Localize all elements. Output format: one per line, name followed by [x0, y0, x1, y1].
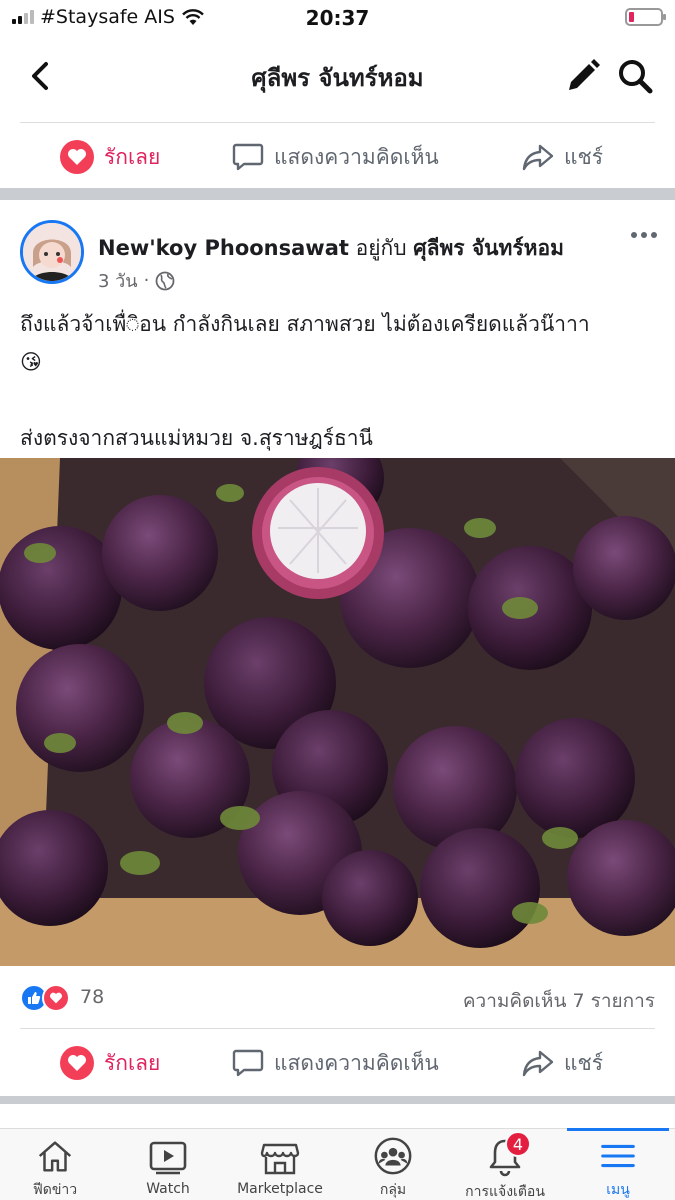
reactions-row: 78 ความคิดเห็น 7 รายการ: [0, 980, 675, 1016]
post-text-line: ถึงแล้วจ้าเพื่◌ิอน กำลังกินเลย สภาพสวย ไ…: [20, 312, 590, 336]
more-options-icon[interactable]: [631, 232, 657, 238]
tab-newsfeed[interactable]: ฟีดข่าว: [0, 1129, 110, 1200]
post-divider: [0, 1096, 675, 1104]
menu-icon: [601, 1144, 635, 1168]
tab-label: Watch: [146, 1181, 190, 1197]
comment-icon: [232, 1049, 264, 1077]
post-photo[interactable]: [0, 458, 675, 966]
share-icon: [522, 144, 554, 171]
post-text-line: ส่งตรงจากสวนแม่หมวย จ.สุราษฎร์ธานี: [20, 426, 373, 450]
clock: 20:37: [305, 6, 370, 30]
share-button[interactable]: แชร์: [522, 124, 603, 190]
post-author-line: New'koy Phoonsawat อยู่กับ ศุลีพร จันทร์…: [98, 232, 564, 265]
tab-marketplace[interactable]: Marketplace: [225, 1129, 335, 1200]
reaction-count[interactable]: 78: [80, 986, 104, 1008]
marketplace-icon: [260, 1143, 300, 1175]
top-nav: ศุลีพร จันทร์หอม: [0, 36, 675, 116]
meta-dot: ·: [143, 270, 150, 291]
edit-icon[interactable]: [563, 56, 603, 96]
post-header: New'koy Phoonsawat อยู่กับ ศุลีพร จันทร์…: [0, 220, 675, 292]
tagged-name[interactable]: ศุลีพร จันทร์หอม: [413, 236, 564, 260]
heart-icon: [60, 1046, 94, 1080]
bottom-tab-bar: ฟีดข่าว Watch Marketplace กลุ่ม 4 การแจ้…: [0, 1128, 675, 1200]
post-time[interactable]: 3 วัน: [98, 266, 138, 295]
tab-menu[interactable]: เมนู: [563, 1128, 673, 1200]
search-icon[interactable]: [615, 56, 655, 96]
comment-button[interactable]: แสดงความคิดเห็น: [232, 1030, 439, 1096]
action-bar-previous: รักเลย แสดงความคิดเห็น แชร์: [0, 124, 675, 190]
share-button[interactable]: แชร์: [522, 1030, 603, 1096]
groups-icon: [374, 1137, 412, 1175]
love-reaction-icon: [42, 984, 70, 1012]
mangosteen-photo: [0, 458, 675, 966]
separator: [20, 1028, 655, 1029]
love-button[interactable]: รักเลย: [60, 124, 160, 190]
avatar-photo: [23, 223, 81, 281]
battery-icon: [625, 8, 666, 26]
author-name[interactable]: New'koy Phoonsawat: [98, 236, 349, 260]
action-bar: รักเลย แสดงความคิดเห็น แชร์: [0, 1030, 675, 1096]
status-bar: #Staysafe AIS 20:37: [0, 0, 675, 36]
comment-icon: [232, 143, 264, 171]
love-label: รักเลย: [104, 144, 161, 169]
watch-icon: [149, 1141, 187, 1175]
tab-label: การแจ้งเตือน: [465, 1184, 545, 1200]
post-meta: 3 วัน ·: [98, 266, 175, 295]
tab-notifications[interactable]: 4 การแจ้งเตือน: [450, 1129, 560, 1200]
tab-groups[interactable]: กลุ่ม: [338, 1129, 448, 1200]
tab-label: เมนู: [606, 1182, 630, 1198]
tab-label: ฟีดข่าว: [32, 1182, 78, 1198]
page-title: ศุลีพร จันทร์หอม: [251, 64, 424, 92]
with-text: อยู่กับ: [355, 236, 407, 260]
notification-badge: 4: [505, 1131, 531, 1157]
post-spacer: [20, 381, 660, 419]
love-button[interactable]: รักเลย: [60, 1030, 160, 1096]
comment-label: แสดงความคิดเห็น: [274, 144, 439, 169]
home-icon: [38, 1141, 72, 1172]
post-body: ถึงแล้วจ้าเพื่◌ิอน กำลังกินเลย สภาพสวย ไ…: [20, 305, 660, 457]
tab-watch[interactable]: Watch: [113, 1129, 223, 1200]
bell-icon-wrap: 4: [483, 1131, 531, 1179]
tab-label: Marketplace: [237, 1181, 323, 1197]
share-label: แชร์: [564, 1050, 604, 1075]
love-label: รักเลย: [104, 1050, 161, 1075]
comment-button[interactable]: แสดงความคิดเห็น: [232, 124, 439, 190]
comment-count[interactable]: ความคิดเห็น 7 รายการ: [463, 986, 655, 1016]
separator: [20, 122, 655, 123]
comment-label: แสดงความคิดเห็น: [274, 1050, 439, 1075]
globe-icon: [155, 271, 175, 290]
post-divider: [0, 188, 675, 200]
share-label: แชร์: [564, 144, 604, 169]
reaction-icons[interactable]: [20, 984, 70, 1012]
tab-label: กลุ่ม: [379, 1182, 407, 1198]
share-icon: [522, 1050, 554, 1077]
heart-icon: [60, 140, 94, 174]
back-icon[interactable]: [22, 56, 62, 96]
post-emoji: 😘: [20, 350, 42, 374]
avatar[interactable]: [20, 220, 84, 284]
